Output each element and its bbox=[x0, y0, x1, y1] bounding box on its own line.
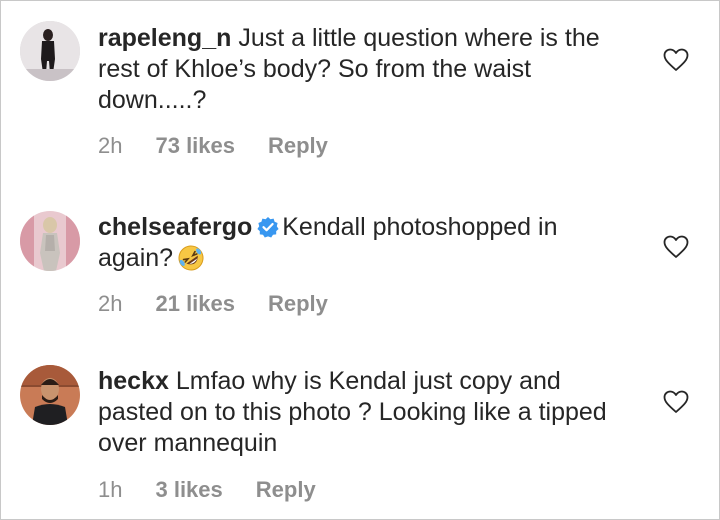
avatar[interactable] bbox=[20, 365, 80, 425]
reply-button[interactable]: Reply bbox=[268, 133, 328, 159]
comment-time: 2h bbox=[98, 291, 123, 316]
comment-time: 1h bbox=[98, 477, 123, 502]
comment-meta: 2h 21 likes Reply bbox=[98, 291, 361, 317]
avatar[interactable] bbox=[20, 21, 80, 81]
comment-meta: 2h 73 likes Reply bbox=[98, 133, 361, 159]
person-photo-avatar-icon bbox=[20, 365, 80, 425]
comment-username[interactable]: heckx bbox=[98, 367, 169, 395]
comment-username[interactable]: rapeleng_n bbox=[98, 24, 231, 52]
comment-likes[interactable]: 21 likes bbox=[155, 291, 235, 317]
avatar[interactable] bbox=[20, 211, 80, 271]
comment-meta: 1h 3 likes Reply bbox=[98, 477, 349, 503]
comment-body: chelseafergo Kendall photoshopped in aga… bbox=[98, 212, 628, 274]
comment-body: rapeleng_n Just a little question where … bbox=[98, 23, 628, 116]
heart-icon[interactable] bbox=[663, 390, 689, 414]
comment-username[interactable]: chelseafergo bbox=[98, 213, 252, 241]
verified-badge-icon bbox=[257, 217, 279, 238]
person-photo-avatar-icon bbox=[20, 211, 80, 271]
reply-button[interactable]: Reply bbox=[256, 477, 316, 503]
comment-time: 2h bbox=[98, 133, 123, 158]
comment-body: heckx Lmfao why is Kendal just copy and … bbox=[98, 366, 628, 459]
rolling-on-floor-laughing-emoji-icon bbox=[178, 245, 204, 271]
comment-text: Lmfao why is Kendal just copy and pasted… bbox=[98, 367, 607, 457]
heart-icon[interactable] bbox=[663, 235, 689, 259]
reply-button[interactable]: Reply bbox=[268, 291, 328, 317]
comment-list: rapeleng_n Just a little question where … bbox=[0, 0, 720, 520]
comment-likes[interactable]: 3 likes bbox=[155, 477, 222, 503]
comment-likes[interactable]: 73 likes bbox=[155, 133, 235, 159]
person-photo-avatar-icon bbox=[20, 21, 80, 81]
heart-icon[interactable] bbox=[663, 48, 689, 72]
